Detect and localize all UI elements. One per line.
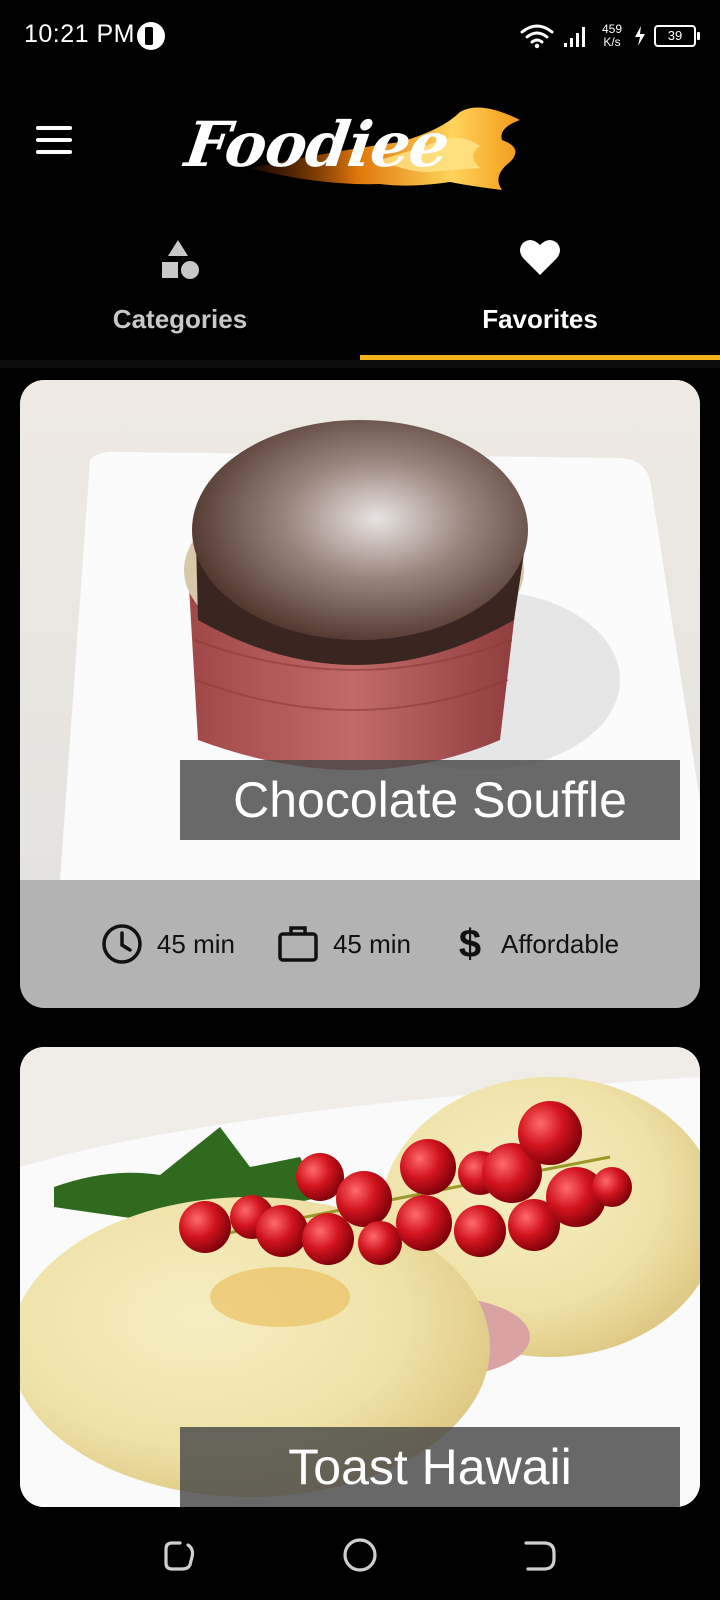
status-bar: 10:21 PM 459 K/s 39	[0, 0, 720, 72]
menu-icon-line	[36, 138, 72, 142]
status-icons: 459 K/s 39	[520, 18, 700, 54]
charging-bolt-icon	[635, 26, 645, 46]
menu-icon	[36, 126, 72, 130]
app-bar: Foodiee	[0, 72, 720, 220]
dollar-icon: $	[459, 923, 481, 965]
tab-categories-label: Categories	[112, 304, 248, 334]
meal-card[interactable]: Toast Hawaii	[20, 1047, 700, 1507]
status-time: 10:21 PM	[24, 20, 136, 48]
clock-icon	[102, 924, 142, 964]
tab-bar: Categories Favorites	[0, 220, 720, 360]
tab-categories[interactable]: Categories	[0, 220, 360, 360]
signal-icon	[564, 27, 585, 47]
system-nav-bar	[0, 1507, 720, 1600]
battery-indicator: 39	[654, 25, 700, 47]
meal-title-box: Chocolate Souffle	[180, 760, 680, 840]
menu-button[interactable]	[36, 126, 74, 156]
meal-duration: 45 min	[101, 923, 235, 965]
tab-favorites-label: Favorites	[482, 304, 598, 334]
meal-title: Chocolate Souffle	[233, 772, 627, 828]
logo-text: Foodiee	[180, 108, 454, 181]
meal-affordability-text: Affordable	[501, 928, 620, 959]
meal-title: Toast Hawaii	[288, 1439, 572, 1495]
meal-affordability: $ Affordable	[453, 923, 619, 965]
network-speed: 459 K/s	[598, 23, 626, 49]
heart-icon	[520, 239, 560, 275]
wifi-icon	[520, 24, 554, 49]
meal-complexity: 45 min	[277, 924, 411, 964]
app-logo: Foodiee	[180, 90, 540, 210]
tab-favorites[interactable]: Favorites	[360, 220, 720, 360]
home-icon[interactable]	[340, 1535, 380, 1575]
back-icon[interactable]	[520, 1535, 560, 1575]
meal-complexity-text: 45 min	[332, 928, 412, 959]
menu-icon-line	[36, 150, 72, 154]
notification-app-icon	[137, 22, 165, 50]
active-tab-indicator	[360, 355, 720, 360]
meal-card[interactable]: Chocolate Souffle 45 min 45 min $ Afford…	[20, 380, 700, 1008]
network-speed-unit: K/s	[603, 35, 621, 49]
recents-icon[interactable]	[158, 1535, 198, 1575]
meal-title-box: Toast Hawaii	[180, 1427, 680, 1507]
svg-text:$: $	[459, 923, 481, 965]
shapes-icon	[162, 240, 199, 279]
tab-divider	[0, 360, 720, 368]
meal-duration-text: 45 min	[156, 928, 235, 959]
briefcase-icon	[278, 926, 318, 962]
meal-meta-row: 45 min 45 min $ Affordable	[20, 880, 700, 1008]
